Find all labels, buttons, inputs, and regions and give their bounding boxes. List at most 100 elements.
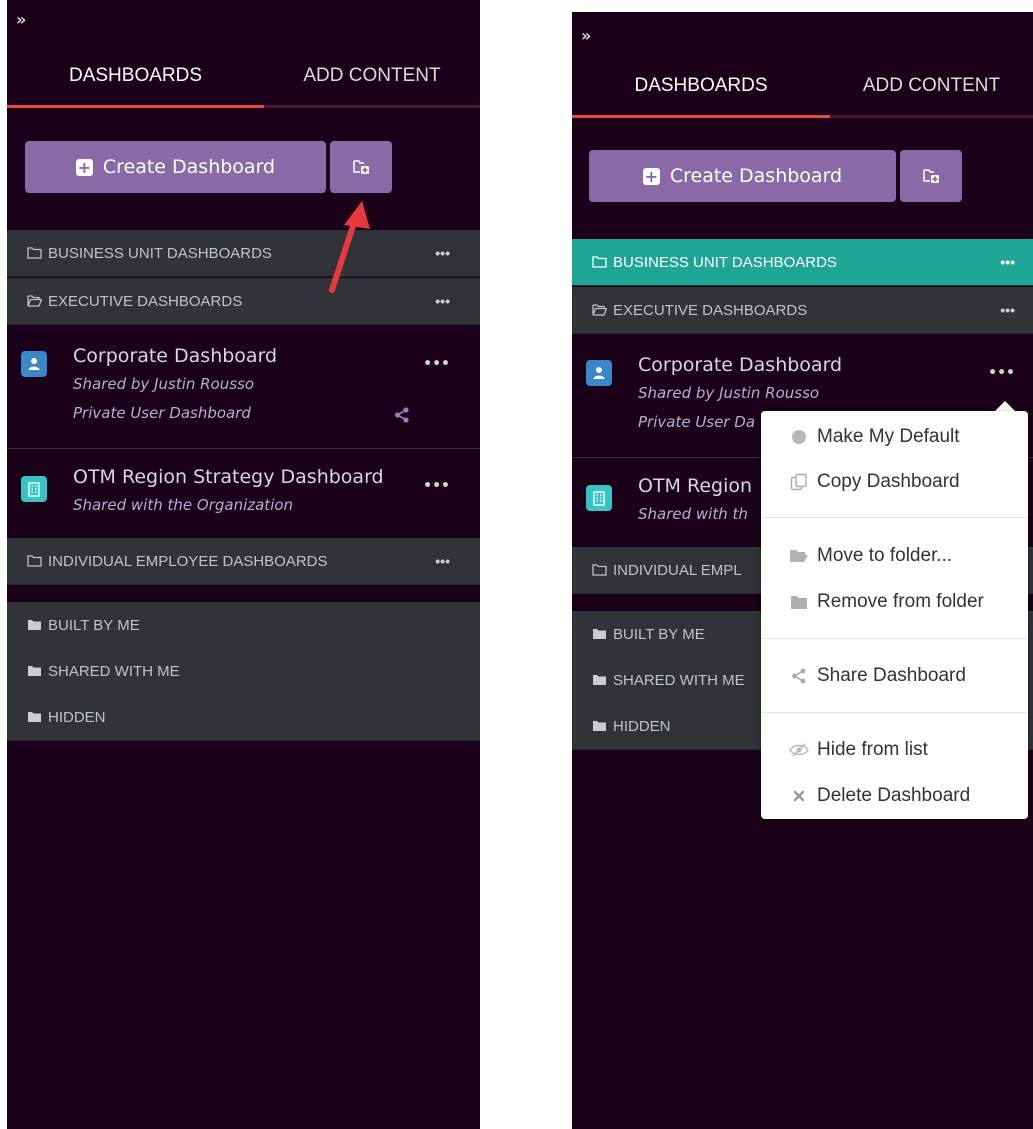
tab-add-content[interactable]: ADD CONTENT [830, 58, 1033, 114]
folder-options-icon[interactable]: ••• [435, 554, 450, 568]
tab-dashboards[interactable]: DASHBOARDS [7, 48, 264, 104]
folder-executive[interactable]: EXECUTIVE DASHBOARDS ••• [7, 278, 480, 325]
folder-solid-icon [28, 620, 41, 630]
close-icon [789, 787, 809, 805]
menu-item-delete-dashboard[interactable]: Delete Dashboard [761, 776, 1028, 816]
folder-label: BUSINESS UNIT DASHBOARDS [613, 253, 837, 271]
create-dashboard-button[interactable]: + Create Dashboard [589, 150, 896, 202]
folder-options-icon[interactable]: ••• [435, 246, 450, 260]
dashboard-title: OTM Region [638, 475, 753, 497]
folder-label: HIDDEN [613, 717, 671, 735]
create-dashboard-button[interactable]: + Create Dashboard [25, 141, 326, 193]
folder-outline-icon [592, 256, 607, 268]
folder-executive[interactable]: EXECUTIVE DASHBOARDS ••• [572, 287, 1033, 334]
building-icon [586, 485, 612, 511]
share-icon[interactable] [394, 407, 410, 423]
menu-item-label: Delete Dashboard [817, 785, 971, 806]
new-folder-icon [923, 169, 939, 183]
folder-label: SHARED WITH ME [613, 671, 745, 689]
menu-item-remove-from-folder[interactable]: Remove from folder [761, 582, 1028, 622]
expand-sidebar-icon[interactable]: » [16, 12, 26, 28]
folder-solid-icon [28, 666, 41, 676]
dashboard-item-otm-region[interactable]: OTM Region Strategy Dashboard Shared wit… [7, 449, 480, 537]
tab-add-content[interactable]: ADD CONTENT [264, 48, 480, 104]
folder-options-icon[interactable]: ••• [1000, 255, 1015, 269]
plus-square-icon: + [75, 157, 93, 177]
dashboard-visibility: Private User Da [638, 413, 756, 431]
folder-built-by-me[interactable]: BUILT BY ME [7, 602, 480, 649]
folder-individual-employee[interactable]: INDIVIDUAL EMPLOYEE DASHBOARDS ••• [7, 538, 480, 585]
menu-item-hide-from-list[interactable]: Hide from list [761, 730, 1028, 770]
folder-solid-icon [593, 721, 606, 731]
dashboard-title: Corporate Dashboard [73, 345, 278, 367]
plus-square-icon: + [642, 166, 660, 186]
folder-solid-icon [28, 712, 41, 722]
annotation-arrow-icon [329, 201, 370, 293]
tab-active-indicator [572, 115, 830, 118]
tab-bar: DASHBOARDS ADD CONTENT [572, 58, 1033, 120]
folder-label: EXECUTIVE DASHBOARDS [613, 301, 808, 319]
dashboard-title: OTM Region Strategy Dashboard [73, 466, 384, 488]
create-dashboard-label: Create Dashboard [669, 165, 843, 187]
menu-divider [761, 638, 1028, 639]
menu-item-label: Hide from list [817, 739, 928, 760]
menu-item-label: Copy Dashboard [817, 471, 960, 492]
dashboard-title: Corporate Dashboard [638, 354, 843, 376]
menu-item-move-to-folder[interactable]: Move to folder... [761, 536, 1028, 576]
folder-label: BUILT BY ME [613, 625, 705, 643]
dashboard-options-icon[interactable]: ••• [423, 479, 450, 493]
menu-item-share-dashboard[interactable]: Share Dashboard [761, 656, 1028, 696]
create-folder-button[interactable] [330, 141, 392, 193]
folder-label: INDIVIDUAL EMPL [613, 561, 742, 579]
menu-item-label: Remove from folder [817, 591, 984, 612]
menu-item-copy-dashboard[interactable]: Copy Dashboard [761, 462, 1028, 502]
folder-open-icon [789, 547, 809, 565]
create-folder-button[interactable] [900, 150, 962, 202]
folder-business-unit[interactable]: BUSINESS UNIT DASHBOARDS ••• [572, 239, 1033, 286]
dashboard-item-corporate[interactable]: Corporate Dashboard Shared by Justin Rou… [7, 327, 480, 448]
folder-label: INDIVIDUAL EMPLOYEE DASHBOARDS [48, 552, 328, 570]
circle-icon [789, 428, 809, 446]
folder-open-outline-icon [27, 295, 42, 307]
menu-divider [761, 517, 1028, 518]
folder-solid-icon [593, 675, 606, 685]
tab-dashboards[interactable]: DASHBOARDS [572, 58, 830, 114]
user-icon [21, 351, 47, 377]
menu-item-make-default[interactable]: Make My Default [761, 417, 1028, 457]
new-folder-icon [353, 160, 369, 174]
tab-bar: DASHBOARDS ADD CONTENT [7, 48, 480, 110]
folder-label: BUILT BY ME [48, 616, 140, 634]
dashboard-options-icon[interactable]: ••• [988, 366, 1015, 380]
menu-item-label: Move to folder... [817, 545, 953, 566]
dashboard-sidebar-left: » DASHBOARDS ADD CONTENT + Create Dashbo… [7, 0, 480, 1129]
folder-options-icon[interactable]: ••• [1000, 303, 1015, 317]
tab-active-indicator [7, 105, 264, 108]
folder-outline-icon [27, 247, 42, 259]
folder-business-unit[interactable]: BUSINESS UNIT DASHBOARDS ••• [7, 230, 480, 277]
folder-icon [789, 593, 809, 611]
dashboard-visibility: Private User Dashboard [73, 404, 251, 422]
menu-item-label: Share Dashboard [817, 665, 966, 686]
dashboard-options-icon[interactable]: ••• [423, 357, 450, 371]
dashboard-owner: Shared by Justin Rousso [638, 384, 820, 402]
folder-shared-with-me[interactable]: SHARED WITH ME [7, 648, 480, 695]
dashboard-owner: Shared by Justin Rousso [73, 375, 255, 393]
copy-icon [789, 473, 809, 491]
dashboard-visibility: Shared with th [638, 505, 748, 523]
folder-solid-icon [593, 629, 606, 639]
folder-options-icon[interactable]: ••• [435, 294, 450, 308]
eye-slash-icon [789, 741, 809, 759]
menu-item-label: Make My Default [817, 426, 960, 447]
folder-hidden[interactable]: HIDDEN [7, 694, 480, 741]
folder-label: HIDDEN [48, 708, 106, 726]
dashboard-context-menu: Make My Default Copy Dashboard Move to f… [761, 411, 1028, 819]
folder-label: SHARED WITH ME [48, 662, 180, 680]
expand-sidebar-icon[interactable]: » [581, 28, 591, 44]
folder-outline-icon [27, 555, 42, 567]
building-icon [21, 476, 47, 502]
share-icon [789, 667, 809, 685]
menu-divider [761, 712, 1028, 713]
menu-caret [995, 401, 1015, 411]
create-dashboard-label: Create Dashboard [102, 156, 276, 178]
folder-label: BUSINESS UNIT DASHBOARDS [48, 244, 272, 262]
